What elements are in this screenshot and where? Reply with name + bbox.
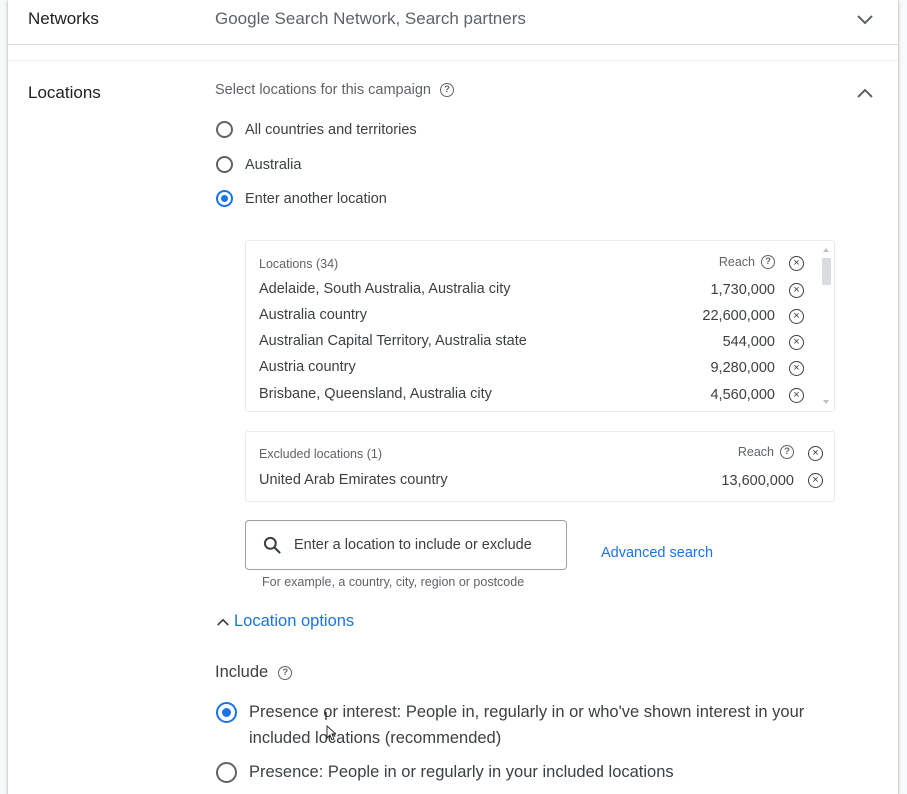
reach-header: Reach ? bbox=[738, 445, 794, 459]
location-search-box[interactable] bbox=[245, 520, 567, 570]
remove-location-icon[interactable]: × bbox=[789, 335, 804, 350]
radio-presence-or-interest[interactable]: Presence or interest: People in, regular… bbox=[216, 699, 829, 751]
location-reach: 9,280,000 bbox=[710, 360, 775, 376]
radio-all-countries[interactable]: All countries and territories bbox=[216, 121, 417, 138]
radio-another-location[interactable]: Enter another location bbox=[216, 190, 387, 207]
remove-all-icon[interactable]: × bbox=[789, 256, 804, 271]
select-locations-title: Select locations for this campaign ? bbox=[215, 82, 454, 98]
targeted-locations-list: Locations (34) Reach ? × Adelaide, South… bbox=[245, 240, 835, 412]
remove-location-icon[interactable]: × bbox=[789, 388, 804, 403]
location-reach: 544,000 bbox=[722, 334, 775, 350]
reach-label: Reach bbox=[737, 445, 774, 459]
remove-all-icon[interactable]: × bbox=[808, 446, 823, 461]
radio-button-selected[interactable] bbox=[216, 190, 233, 207]
select-locations-text: Select locations for this campaign bbox=[215, 82, 431, 98]
scroll-up-arrow-icon[interactable] bbox=[823, 247, 829, 252]
excluded-locations-list: Excluded locations (1) Reach ? × United … bbox=[245, 431, 835, 502]
reach-label: Reach bbox=[718, 255, 755, 269]
location-name: Austria country bbox=[259, 359, 356, 375]
search-icon bbox=[263, 536, 281, 554]
search-hint: For example, a country, city, region or … bbox=[262, 575, 525, 589]
radio-button[interactable] bbox=[216, 156, 233, 173]
include-heading: Include ? bbox=[215, 663, 293, 682]
remove-location-icon[interactable]: × bbox=[789, 283, 804, 298]
section-divider bbox=[8, 60, 898, 61]
text-cursor-icon bbox=[325, 712, 336, 740]
help-icon[interactable]: ? bbox=[761, 255, 775, 269]
location-name: Australian Capital Territory, Australia … bbox=[259, 333, 527, 349]
section-divider bbox=[8, 44, 898, 45]
location-options-label: Location options bbox=[234, 612, 355, 630]
include-label: Include bbox=[215, 663, 269, 681]
campaign-settings-card: Networks Google Search Network, Search p… bbox=[8, 0, 898, 794]
help-icon[interactable]: ? bbox=[278, 665, 293, 680]
location-name: Australia country bbox=[259, 307, 367, 323]
excluded-location-name: United Arab Emirates country bbox=[259, 472, 448, 488]
chevron-down-icon[interactable] bbox=[853, 8, 877, 32]
location-reach: 1,730,000 bbox=[710, 282, 775, 298]
help-icon[interactable]: ? bbox=[440, 83, 454, 97]
radio-presence[interactable]: Presence: People in or regularly in your… bbox=[216, 759, 829, 785]
location-reach: 22,600,000 bbox=[702, 308, 775, 324]
excluded-count-header: Excluded locations (1) bbox=[259, 447, 382, 461]
remove-location-icon[interactable]: × bbox=[789, 309, 804, 324]
radio-label: Presence or interest: People in, regular… bbox=[249, 703, 805, 747]
radio-label: Australia bbox=[245, 156, 302, 173]
networks-section[interactable]: Networks Google Search Network, Search p… bbox=[8, 0, 898, 44]
location-name: Brisbane, Queensland, Australia city bbox=[259, 386, 492, 402]
networks-summary: Google Search Network, Search partners bbox=[215, 9, 526, 28]
remove-location-icon[interactable]: × bbox=[789, 361, 804, 376]
radio-australia[interactable]: Australia bbox=[216, 156, 301, 173]
scrollbar[interactable] bbox=[821, 247, 831, 405]
networks-label: Networks bbox=[28, 9, 99, 28]
chevron-up-icon[interactable] bbox=[853, 81, 877, 105]
location-reach: 4,560,000 bbox=[710, 387, 775, 403]
radio-label: All countries and territories bbox=[245, 121, 417, 138]
radio-label: Enter another location bbox=[245, 190, 387, 207]
locations-count-header: Locations (34) bbox=[259, 257, 339, 271]
location-name: Adelaide, South Australia, Australia cit… bbox=[259, 281, 511, 297]
chevron-up-icon bbox=[217, 618, 229, 626]
radio-button-selected[interactable] bbox=[216, 702, 237, 723]
radio-button[interactable] bbox=[216, 762, 237, 783]
reach-header: Reach ? bbox=[719, 255, 775, 269]
radio-label: Presence: People in or regularly in your… bbox=[249, 763, 674, 781]
locations-label: Locations bbox=[28, 83, 101, 102]
page-background: Networks Google Search Network, Search p… bbox=[0, 0, 907, 794]
location-options-toggle[interactable]: Location options bbox=[214, 612, 354, 631]
help-icon[interactable]: ? bbox=[780, 445, 794, 459]
scrollbar-thumb[interactable] bbox=[822, 258, 831, 285]
remove-location-icon[interactable]: × bbox=[808, 473, 823, 488]
excluded-location-reach: 13,600,000 bbox=[721, 473, 794, 489]
location-search-input[interactable] bbox=[292, 536, 566, 554]
radio-button[interactable] bbox=[216, 121, 233, 138]
advanced-search-link[interactable]: Advanced search bbox=[601, 545, 713, 561]
scroll-down-arrow-icon[interactable] bbox=[823, 400, 829, 405]
